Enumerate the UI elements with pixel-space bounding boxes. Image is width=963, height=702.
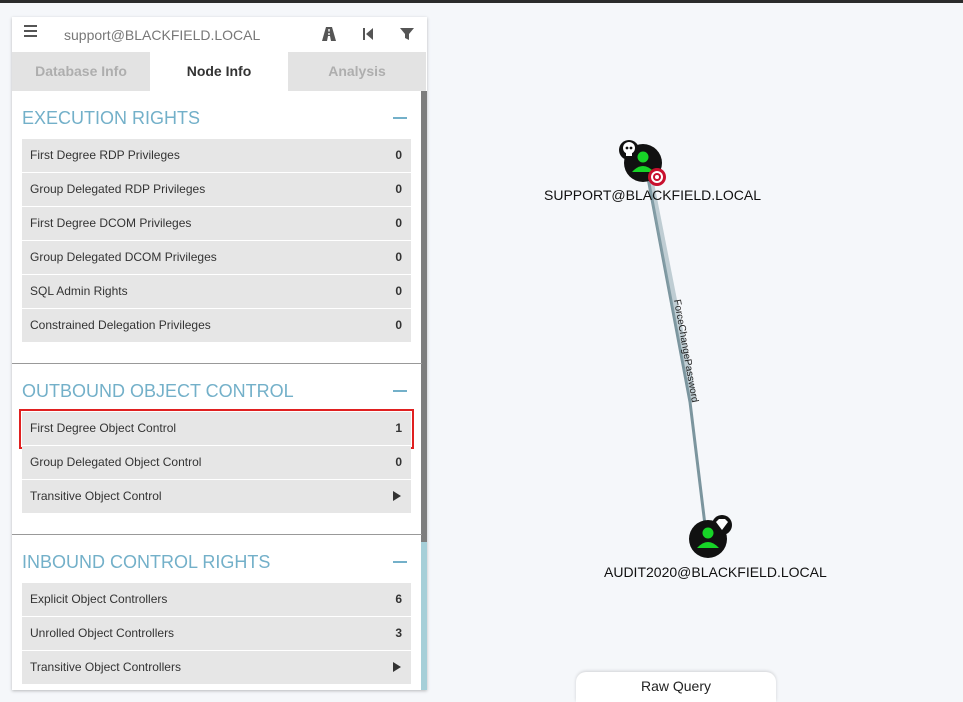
- list-item[interactable]: Unrolled Object Controllers 3: [22, 617, 411, 651]
- play-arrow-icon[interactable]: [393, 491, 401, 501]
- row-count: 0: [395, 148, 402, 162]
- search-bar: [12, 17, 427, 50]
- skull-icon: [619, 140, 639, 160]
- filter-icon[interactable]: [398, 25, 416, 43]
- row-label: First Degree DCOM Privileges: [30, 216, 192, 230]
- sidebar-panel: Database Info Node Info Analysis EXECUTI…: [12, 17, 427, 690]
- list-item[interactable]: Transitive Object Control: [22, 480, 411, 514]
- list-item-first-degree-object-control[interactable]: First Degree Object Control 1: [19, 409, 414, 449]
- tab-node-info[interactable]: Node Info: [150, 52, 288, 91]
- tab-bar: Database Info Node Info Analysis: [12, 52, 427, 91]
- row-label: Explicit Object Controllers: [30, 592, 168, 606]
- row-count: 1: [395, 421, 402, 435]
- list-item[interactable]: Group Delegated RDP Privileges 0: [22, 173, 411, 207]
- row-label: First Degree RDP Privileges: [30, 148, 180, 162]
- row-label: Constrained Delegation Privileges: [30, 318, 211, 332]
- row-label: SQL Admin Rights: [30, 284, 128, 298]
- row-count: 0: [395, 455, 402, 469]
- target-icon: [648, 168, 666, 186]
- row-label: Unrolled Object Controllers: [30, 626, 175, 640]
- row-count: 0: [395, 250, 402, 264]
- node-label-audit2020: AUDIT2020@BLACKFIELD.LOCAL: [604, 564, 827, 580]
- collapse-icon[interactable]: [393, 117, 407, 119]
- collapse-icon[interactable]: [393, 390, 407, 392]
- section-title-text: OUTBOUND OBJECT CONTROL: [22, 381, 294, 401]
- section-outbound-object-control: OUTBOUND OBJECT CONTROL First Degree Obj…: [12, 364, 422, 514]
- list-item[interactable]: Constrained Delegation Privileges 0: [22, 309, 411, 343]
- diamond-icon: [712, 515, 732, 535]
- row-label: Group Delegated RDP Privileges: [30, 182, 206, 196]
- row-count: 0: [395, 216, 402, 230]
- section-title-text: EXECUTION RIGHTS: [22, 108, 201, 128]
- row-label: First Degree Object Control: [30, 421, 177, 435]
- play-arrow-icon[interactable]: [393, 662, 401, 672]
- list-item[interactable]: First Degree RDP Privileges 0: [22, 139, 411, 173]
- menu-icon[interactable]: [24, 25, 40, 39]
- list-item[interactable]: SQL Admin Rights 0: [22, 275, 411, 309]
- pathfinding-icon[interactable]: [320, 25, 338, 43]
- list-item[interactable]: Group Delegated DCOM Privileges 0: [22, 241, 411, 275]
- node-label-support: SUPPORT@BLACKFIELD.LOCAL: [544, 187, 762, 203]
- row-label: Group Delegated DCOM Privileges: [30, 250, 217, 264]
- row-count: 3: [395, 626, 402, 640]
- list-item[interactable]: Transitive Object Controllers: [22, 651, 411, 685]
- row-count: 6: [395, 592, 402, 606]
- row-count: 0: [395, 318, 402, 332]
- tab-analysis[interactable]: Analysis: [288, 52, 426, 91]
- list-item[interactable]: Explicit Object Controllers 6: [22, 583, 411, 617]
- row-label: Transitive Object Controllers: [30, 660, 181, 674]
- row-count: 0: [395, 284, 402, 298]
- section-title[interactable]: OUTBOUND OBJECT CONTROL: [12, 374, 422, 408]
- back-icon[interactable]: [359, 25, 377, 43]
- edge-label: ForceChangePassword: [671, 299, 700, 404]
- raw-query-button[interactable]: Raw Query: [576, 672, 776, 702]
- tab-database-info[interactable]: Database Info: [12, 52, 150, 91]
- section-title[interactable]: EXECUTION RIGHTS: [12, 101, 422, 135]
- collapse-icon[interactable]: [393, 561, 407, 563]
- row-label: Group Delegated Object Control: [30, 455, 202, 469]
- row-label: Transitive Object Control: [30, 489, 162, 503]
- section-title-text: INBOUND CONTROL RIGHTS: [22, 552, 271, 572]
- row-count: 0: [395, 182, 402, 196]
- list-item[interactable]: First Degree DCOM Privileges 0: [22, 207, 411, 241]
- search-input[interactable]: [62, 23, 286, 47]
- section-inbound-control-rights: INBOUND CONTROL RIGHTS Explicit Object C…: [12, 535, 422, 685]
- section-execution-rights: EXECUTION RIGHTS First Degree RDP Privil…: [12, 91, 422, 343]
- section-title[interactable]: INBOUND CONTROL RIGHTS: [12, 545, 422, 579]
- edge-forcechangepassword[interactable]: [646, 177, 707, 526]
- list-item[interactable]: Group Delegated Object Control 0: [22, 446, 411, 480]
- node-info-content: EXECUTION RIGHTS First Degree RDP Privil…: [12, 91, 422, 690]
